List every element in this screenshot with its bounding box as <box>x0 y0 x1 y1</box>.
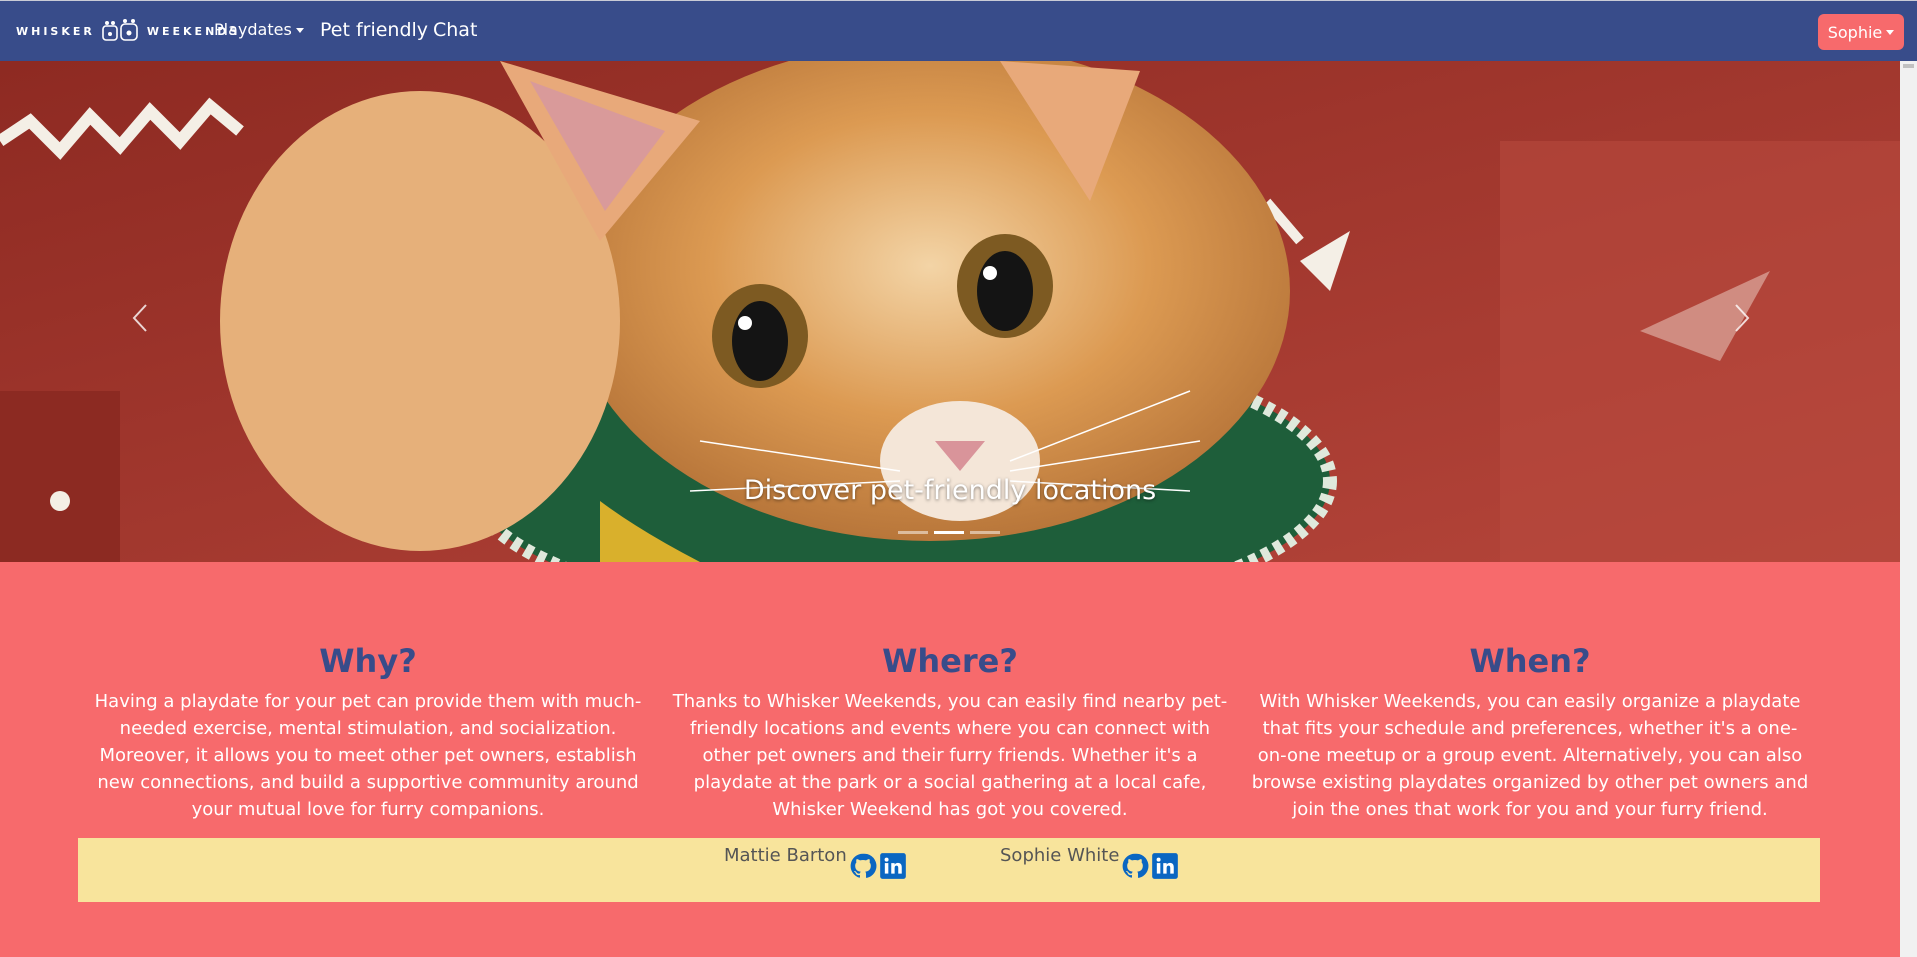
linkedin-icon[interactable] <box>879 852 907 880</box>
user-menu-button[interactable]: Sophie <box>1818 14 1904 50</box>
page-scrollbar[interactable] <box>1900 61 1917 957</box>
where-text: Thanks to Whisker Weekends, you can easi… <box>672 691 1228 820</box>
carousel-indicator-3[interactable] <box>970 531 1000 534</box>
brand-word-left: WHISKER <box>16 24 95 38</box>
footer: Mattie Barton Sophie White <box>78 838 1820 902</box>
linkedin-icon[interactable] <box>1151 852 1179 880</box>
why-text: Having a playdate for your pet can provi… <box>94 691 642 820</box>
carousel-caption: Discover pet-friendly locations <box>743 475 1157 506</box>
brand-logo-link[interactable]: WHISKER WEEKENDS <box>16 17 240 45</box>
when-section: When? With Whisker Weekends, you can eas… <box>1250 640 1810 823</box>
hero-carousel: Discover pet-friendly locations <box>0 61 1900 562</box>
why-heading: Why? <box>319 642 417 680</box>
author-sophie: Sophie White <box>1000 844 1179 880</box>
scrollbar-thumb[interactable] <box>1903 64 1914 68</box>
nav-playdates-dropdown[interactable]: Playdates <box>214 17 304 43</box>
nav-playdates-label: Playdates <box>214 20 292 39</box>
paw-logo-icon <box>102 19 138 41</box>
chevron-right-icon <box>1735 304 1750 332</box>
carousel-indicator-2[interactable] <box>934 531 964 534</box>
where-section: Where? Thanks to Whisker Weekends, you c… <box>670 640 1230 823</box>
carousel-indicator-1[interactable] <box>898 531 928 534</box>
github-icon[interactable] <box>1121 852 1149 880</box>
caret-down-icon <box>295 28 304 33</box>
carousel-prev-button[interactable] <box>120 293 160 343</box>
github-icon[interactable] <box>849 852 877 880</box>
navbar: WHISKER WEEKENDS Playdates Pet friendly … <box>0 1 1917 61</box>
user-menu-label: Sophie <box>1827 22 1883 42</box>
author-mattie: Mattie Barton <box>724 844 907 880</box>
why-section: Why? Having a playdate for your pet can … <box>88 640 648 823</box>
author-name: Mattie Barton <box>724 845 847 866</box>
nav-pet-friendly[interactable]: Pet friendly <box>320 17 428 43</box>
author-name: Sophie White <box>1000 845 1120 866</box>
carousel-indicators <box>898 531 1000 534</box>
when-heading: When? <box>1469 642 1591 680</box>
caret-down-icon <box>1886 29 1895 35</box>
carousel-next-button[interactable] <box>1722 293 1762 343</box>
when-text: With Whisker Weekends, you can easily or… <box>1251 691 1809 820</box>
where-heading: Where? <box>882 642 1018 680</box>
chevron-left-icon <box>132 304 147 332</box>
nav-chat[interactable]: Chat <box>433 17 477 43</box>
